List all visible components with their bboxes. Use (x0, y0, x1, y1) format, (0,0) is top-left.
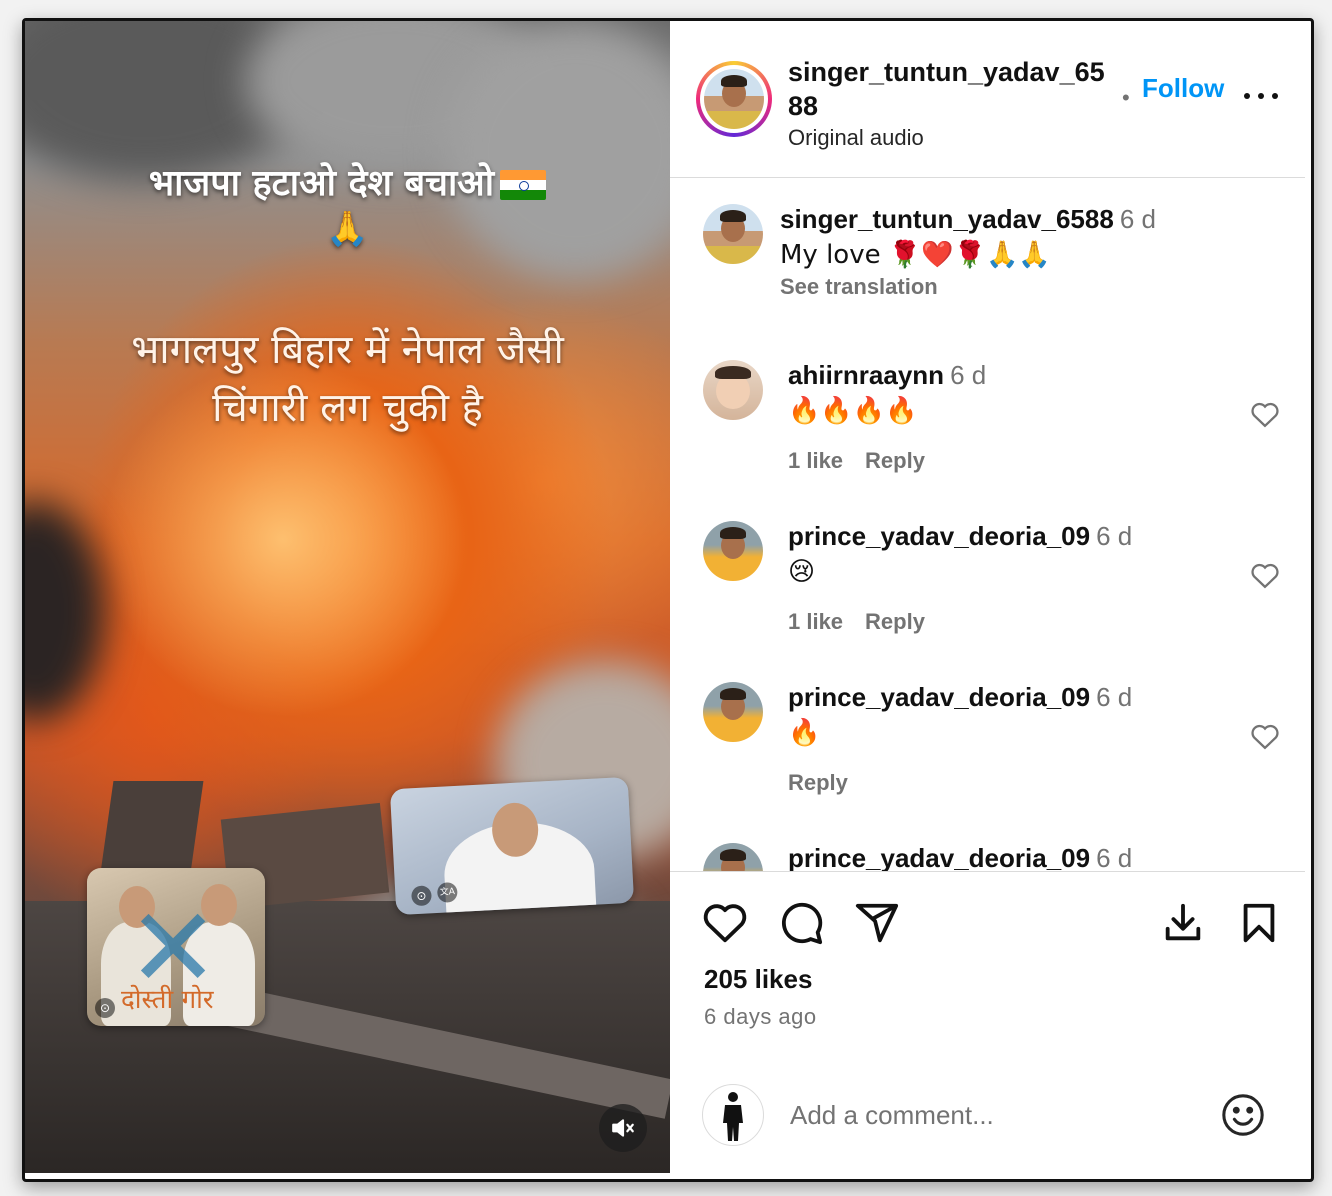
caption-text: My love 🌹❤️🌹🙏🙏 (780, 240, 1051, 270)
comment-time: 6 d (1096, 843, 1133, 871)
comment-actions: 1 like Reply (788, 448, 947, 474)
comment-header: prince_yadav_deoria_09 6 d (788, 682, 1132, 713)
comment-username[interactable]: prince_yadav_deoria_09 (788, 521, 1090, 551)
heart-icon[interactable] (1250, 561, 1280, 589)
comment-header: ahiirnraaynn 6 d (788, 360, 986, 391)
comment-item: prince_yadav_deoria_096 d 😢 (670, 843, 1305, 871)
comment-likes[interactable]: 1 like (788, 448, 843, 473)
current-user-avatar (702, 1084, 764, 1146)
overlay-text-line: चिंगारी लग चुकी है (212, 385, 483, 431)
headline-text: भाजपा हटाओ देश बचाओ (148, 163, 495, 204)
camera-icon: ⊙ (410, 885, 432, 907)
india-flag-icon (500, 170, 547, 200)
author-username[interactable]: singer_tuntun_yadav_6588 (788, 55, 1118, 123)
story-ring-gap (700, 65, 768, 133)
photo-sticker: ⊙ 文A (389, 776, 635, 916)
video-player[interactable]: भाजपा हटाओ देश बचाओ 🙏 भागलपुर बिहार में … (25, 21, 670, 1173)
comment-header: prince_yadav_deoria_09 6 d (788, 521, 1132, 552)
comment-text: 🔥🔥🔥🔥 (788, 396, 918, 426)
more-options-button[interactable] (1244, 87, 1278, 105)
audio-label[interactable]: Original audio (788, 125, 924, 151)
avatar[interactable] (703, 204, 763, 264)
avatar-hair (720, 75, 748, 87)
post-header: singer_tuntun_yadav_6588 Original audio … (670, 21, 1305, 178)
post-modal: भाजपा हटाओ देश बचाओ 🙏 भागलपुर बिहार में … (22, 18, 1314, 1182)
caption-header: singer_tuntun_yadav_6588 6 d (780, 204, 1156, 235)
avatar[interactable] (703, 521, 763, 581)
follow-button[interactable]: Follow (1142, 73, 1224, 104)
smiley-icon[interactable] (1220, 1092, 1266, 1138)
post-actions: 205 likes 6 days ago (670, 871, 1305, 1174)
smoke-cloud (25, 501, 105, 721)
reply-button[interactable]: Reply (865, 609, 925, 634)
comment-username[interactable]: ahiirnraaynn (788, 360, 944, 390)
avatar[interactable] (703, 360, 763, 420)
avatar[interactable] (703, 843, 763, 871)
reply-button[interactable]: Reply (788, 770, 848, 795)
comment-item: ahiirnraaynn 6 d 🔥🔥🔥🔥 1 like Reply (670, 360, 1305, 490)
heart-icon[interactable] (1250, 400, 1280, 428)
post-sidebar: singer_tuntun_yadav_6588 Original audio … (670, 21, 1305, 1173)
reply-button[interactable]: Reply (865, 448, 925, 473)
comment-composer (670, 1072, 1305, 1172)
avatar-hair (719, 527, 747, 539)
mute-button[interactable] (599, 1104, 647, 1152)
comment-header: prince_yadav_deoria_09 6 d (788, 843, 1132, 871)
see-translation-link[interactable]: See translation (780, 274, 938, 300)
sticker-caption: दोस्ती गोर (121, 985, 214, 1015)
heart-icon[interactable] (702, 900, 748, 946)
avatar[interactable] (704, 69, 764, 129)
share-icon[interactable] (854, 900, 900, 946)
comment-likes[interactable]: 1 like (788, 609, 843, 634)
caption: singer_tuntun_yadav_6588 6 d My love 🌹❤️🌹… (670, 204, 1305, 304)
avatar-hair (715, 366, 751, 380)
story-ring[interactable] (696, 61, 772, 137)
caption-username[interactable]: singer_tuntun_yadav_6588 (780, 204, 1114, 234)
comment-time: 6 d (1096, 682, 1133, 712)
muted-speaker-icon (612, 1119, 634, 1137)
download-icon[interactable] (1160, 900, 1206, 946)
bookmark-icon[interactable] (1236, 900, 1282, 946)
heart-icon[interactable] (1250, 722, 1280, 750)
comment-input[interactable] (788, 1094, 1192, 1136)
comment-item: prince_yadav_deoria_09 6 d 🔥 Reply (670, 682, 1305, 812)
comment-text: 🔥 (788, 718, 821, 748)
headline-overlay: भाजपा हटाओ देश बचाओ 🙏 (25, 159, 670, 249)
likes-count[interactable]: 205 likes (704, 964, 812, 995)
avatar-hair (719, 688, 747, 700)
more-options-icon (1272, 93, 1278, 99)
comment-time: 6 d (950, 360, 987, 390)
more-options-icon (1258, 93, 1264, 99)
avatar-hair (719, 210, 747, 222)
caption-time: 6 d (1119, 204, 1156, 234)
separator-dot: • (1122, 85, 1130, 110)
comment-actions: Reply (788, 770, 870, 796)
overlay-text: भागलपुर बिहार में नेपाल जैसी चिंगारी लग … (25, 321, 670, 437)
camera-icon: ⊙ (95, 998, 115, 1018)
avatar[interactable] (703, 682, 763, 742)
comment-item: prince_yadav_deoria_09 6 d 😢 1 like Reply (670, 521, 1305, 651)
folded-hands-emoji: 🙏 (326, 209, 369, 249)
photo-sticker: ✕ दोस्ती गोर ⊙ (87, 868, 265, 1026)
comments-list[interactable]: singer_tuntun_yadav_6588 6 d My love 🌹❤️🌹… (670, 178, 1305, 871)
post-timestamp: 6 days ago (704, 1004, 817, 1029)
silhouette-icon (723, 1092, 743, 1141)
avatar-hair (719, 849, 747, 861)
comment-username[interactable]: prince_yadav_deoria_09 (788, 682, 1090, 712)
comment-text: 😢 (788, 557, 816, 587)
comment-actions: 1 like Reply (788, 609, 947, 635)
more-options-icon (1244, 93, 1250, 99)
comment-time: 6 d (1096, 521, 1133, 551)
overlay-text-line: भागलपुर बिहार में नेपाल जैसी (131, 327, 564, 373)
comment-icon[interactable] (778, 900, 824, 946)
comment-username[interactable]: prince_yadav_deoria_09 (788, 843, 1090, 871)
